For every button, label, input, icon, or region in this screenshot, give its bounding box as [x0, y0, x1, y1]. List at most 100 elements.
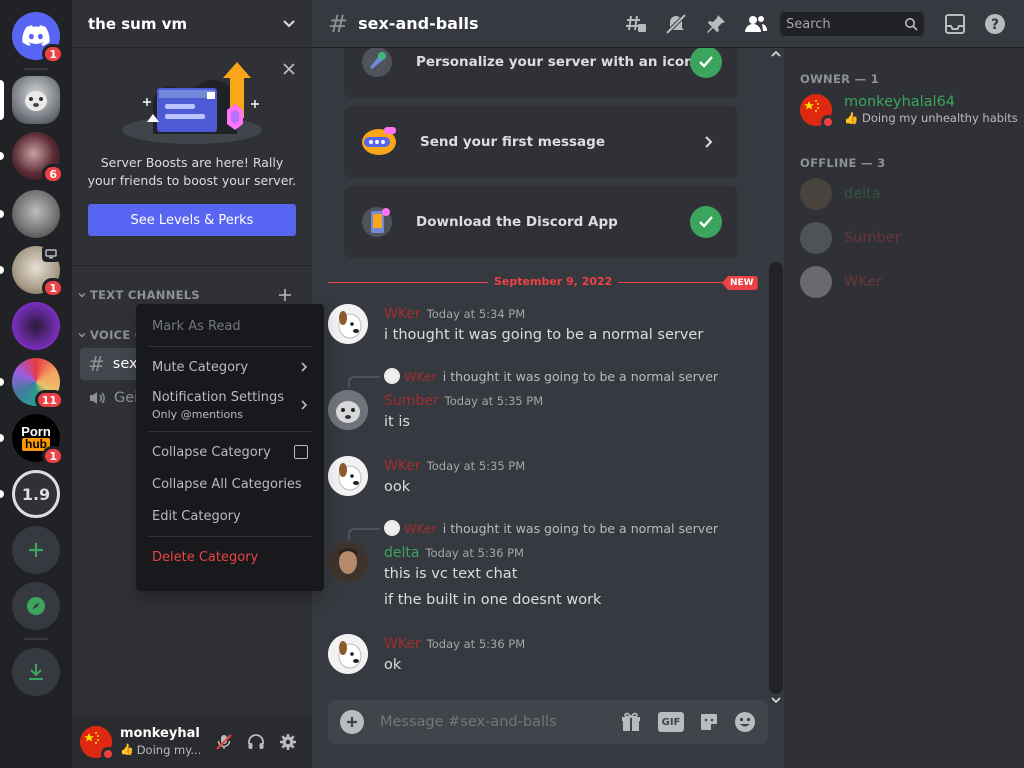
card-label: Personalize your server with an icon [416, 54, 694, 70]
menu-divider [148, 346, 312, 347]
chat-scrollbar[interactable] [768, 48, 784, 708]
server-name: the sum vm [88, 14, 188, 33]
avatar[interactable] [328, 456, 368, 496]
avatar[interactable] [328, 634, 368, 674]
discord-window: 1 6 1 11 Porn hub 1 1.9 the sum vm Serve… [0, 0, 1024, 768]
menu-item-mute-category[interactable]: Mute Category [144, 351, 316, 383]
screen-share-icon [42, 246, 60, 262]
message-header: delta Today at 5:36 PM [384, 545, 524, 561]
server-icon-4[interactable]: 1 [12, 246, 64, 298]
menu-item-label: Edit Category [152, 508, 241, 524]
chevron-right-icon [705, 136, 713, 148]
mention-badge: 1 [42, 44, 64, 64]
deafen-button[interactable] [240, 726, 272, 758]
chevron-right-icon [301, 400, 308, 410]
user-settings-button[interactable] [272, 726, 304, 758]
menu-item-collapse-category[interactable]: Collapse Category [144, 436, 316, 468]
phone-app-icon [362, 207, 392, 237]
mention-badge: 6 [42, 164, 64, 184]
server-icon-8[interactable]: 1.9 [12, 470, 60, 518]
avatar[interactable] [328, 390, 368, 430]
menu-item-mark-as-read[interactable]: Mark As Read [144, 310, 316, 342]
threads-icon[interactable] [624, 12, 648, 36]
user-info[interactable]: monkeyhal... 👍 Doing my... [120, 726, 200, 758]
menu-item-collapse-all-categories[interactable]: Collapse All Categories [144, 468, 316, 500]
member-name: monkeyhalal64 [844, 94, 956, 110]
server-icon-the-sum-vm[interactable] [12, 76, 60, 124]
category-text-channels[interactable]: TEXT CHANNELS [76, 288, 200, 302]
message-content: ook [384, 479, 411, 495]
message-header: Sumber Today at 5:35 PM [384, 393, 543, 409]
message-author[interactable]: WKer [384, 458, 421, 474]
dnd-status-icon [101, 747, 115, 761]
add-server-button[interactable] [12, 526, 60, 574]
menu-divider [148, 431, 312, 432]
member-item-offline[interactable]: delta [800, 178, 881, 210]
explore-servers-button[interactable] [12, 582, 60, 630]
upload-button[interactable] [340, 710, 364, 734]
reply-preview[interactable]: WKer i thought it was going to be a norm… [384, 368, 718, 384]
pin-icon[interactable] [704, 12, 728, 36]
reply-text: i thought it was going to be a normal se… [442, 368, 719, 384]
member-item-offline[interactable]: WKer [800, 266, 882, 298]
member-list-icon[interactable] [744, 12, 768, 36]
server-icon-2[interactable]: 6 [12, 132, 64, 184]
menu-item-notification-settings[interactable]: Notification Settings Only @mentions [144, 383, 316, 427]
member-item-offline[interactable]: Sumber [800, 222, 901, 254]
message-author[interactable]: delta [384, 545, 419, 561]
mention-badge: 1 [42, 446, 64, 466]
menu-item-label: Mark As Read [152, 318, 241, 334]
menu-item-label: Collapse Category [152, 444, 271, 460]
avatar[interactable] [328, 304, 368, 344]
message-author[interactable]: WKer [384, 636, 421, 652]
home-button[interactable]: 1 [12, 12, 64, 64]
scroll-up-icon [771, 50, 781, 57]
channel-header: # sex-and-balls Search ? [312, 0, 1024, 48]
mute-button[interactable] [208, 726, 240, 758]
avatar[interactable] [80, 726, 115, 761]
notification-bell-muted-icon[interactable] [664, 12, 688, 36]
message-author[interactable]: Sumber [384, 393, 439, 409]
category-context-menu: Mark As Read Mute Category Notification … [136, 304, 324, 591]
message-input[interactable] [380, 714, 620, 730]
sticker-icon[interactable] [698, 711, 720, 733]
close-icon[interactable] [282, 62, 296, 76]
member-item-owner[interactable]: monkeyhalal64 👍 Doing my unhealthy habit… [800, 94, 1018, 129]
gift-icon[interactable] [620, 711, 642, 733]
menu-item-label: Notification Settings [152, 389, 285, 405]
onboarding-card-download-app[interactable]: Download the Discord App [344, 186, 738, 258]
server-icon-3[interactable] [12, 190, 60, 238]
avatar[interactable] [328, 542, 368, 582]
menu-item-edit-category[interactable]: Edit Category [144, 500, 316, 532]
server-label: 1.9 [12, 470, 60, 518]
onboarding-card-first-message[interactable]: Send your first message [344, 106, 738, 178]
inbox-icon[interactable] [944, 13, 966, 35]
checkbox-icon[interactable] [294, 445, 308, 459]
member-list: OWNER — 1 monkeyhalal64 👍 Doing my unhea… [784, 48, 1024, 768]
server-icon-5[interactable] [12, 302, 60, 350]
reply-preview[interactable]: WKer i thought it was going to be a norm… [384, 520, 718, 536]
add-channel-icon[interactable] [278, 288, 292, 302]
menu-item-delete-category[interactable]: Delete Category [144, 541, 316, 573]
dog-avatar-icon [328, 456, 368, 496]
search-bar[interactable]: Search [780, 12, 924, 36]
message-author[interactable]: WKer [384, 306, 421, 322]
gif-button[interactable]: GIF [658, 712, 684, 732]
avatar [800, 94, 835, 129]
server-icon-7[interactable]: Porn hub 1 [12, 414, 64, 466]
emoji-icon[interactable] [734, 711, 756, 733]
see-levels-perks-button[interactable]: See Levels & Perks [88, 204, 296, 236]
help-icon[interactable]: ? [984, 13, 1006, 35]
server-icon-6[interactable]: 11 [12, 358, 64, 410]
download-apps-button[interactable] [12, 648, 60, 696]
chat-area: Personalize your server with an icon Sen… [312, 0, 784, 768]
check-icon [690, 46, 722, 78]
selected-server-indicator [0, 80, 4, 120]
member-status: 👍 Doing my unhealthy habits [844, 111, 1018, 125]
card-label: Download the Discord App [416, 214, 618, 230]
scrollbar-thumb[interactable] [769, 262, 783, 694]
category-voice-channels[interactable]: VOICE C [76, 328, 144, 342]
hashtag-icon: # [328, 9, 349, 38]
server-header[interactable]: the sum vm [72, 0, 312, 48]
mention-badge: 1 [42, 278, 64, 298]
